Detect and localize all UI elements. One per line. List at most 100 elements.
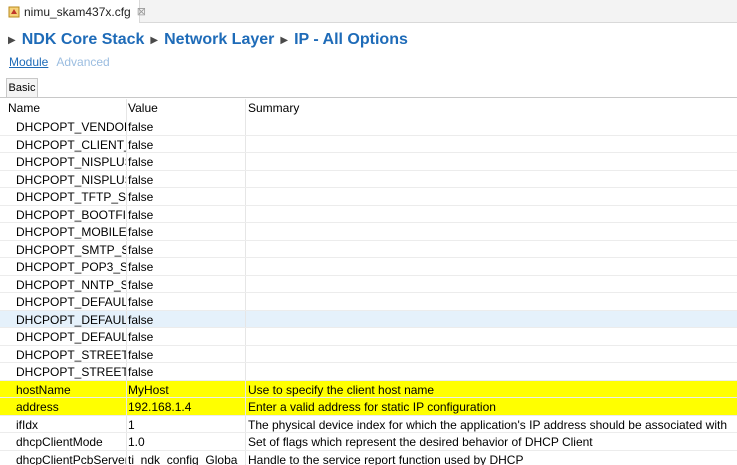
column-divider: [126, 398, 127, 415]
tab-basic[interactable]: Basic: [6, 78, 38, 97]
module-link[interactable]: Module: [9, 55, 48, 69]
table-row[interactable]: DHCPOPT_TFTP_SER' false: [0, 188, 737, 206]
row-name: DHCPOPT_VENDOR_: [16, 120, 126, 134]
table-row[interactable]: DHCPOPT_VENDOR_ false: [0, 118, 737, 136]
table-row[interactable]: DHCPOPT_NISPLUS_I false: [0, 153, 737, 171]
row-value[interactable]: false: [128, 243, 244, 257]
breadcrumb-item-ndk-core-stack[interactable]: NDK Core Stack: [22, 31, 145, 49]
table-row[interactable]: DHCPOPT_MOBILE_II false: [0, 223, 737, 241]
row-name: ifIdx: [16, 417, 39, 432]
column-divider: [126, 450, 127, 465]
column-divider[interactable]: [126, 99, 127, 118]
row-name: dhcpClientPcbServer: [16, 452, 126, 465]
column-divider: [245, 363, 246, 380]
column-divider: [245, 188, 246, 205]
column-divider[interactable]: [245, 99, 246, 118]
column-divider: [126, 118, 127, 135]
advanced-link[interactable]: Advanced: [56, 55, 109, 69]
tab-divider: [0, 97, 737, 98]
row-value[interactable]: 1: [128, 418, 244, 432]
column-divider: [126, 135, 127, 152]
row-name: DHCPOPT_TFTP_SER': [16, 190, 126, 204]
row-value[interactable]: false: [128, 260, 244, 274]
row-name: DHCPOPT_NISPLUS_!: [16, 172, 126, 187]
column-divider: [245, 258, 246, 275]
table-row[interactable]: DHCPOPT_DEFAULT_ false: [0, 293, 737, 311]
table-row[interactable]: dhcpClientPcbServer ti_ndk_config_Globa …: [0, 450, 737, 465]
row-value[interactable]: false: [128, 155, 244, 169]
row-value[interactable]: false: [128, 225, 244, 239]
row-value[interactable]: ti_ndk_config_Globa: [128, 453, 244, 465]
table-row[interactable]: DHCPOPT_CLIENT_ID false: [0, 135, 737, 153]
table-row[interactable]: DHCPOPT_SMTP_SEF false: [0, 240, 737, 258]
column-divider: [126, 275, 127, 292]
row-summary: Set of flags which represent the desired…: [248, 435, 593, 449]
row-value[interactable]: false: [128, 348, 244, 362]
table-row-highlighted[interactable]: address 192.168.1.4 Enter a valid addres…: [0, 398, 737, 416]
column-divider: [245, 310, 246, 327]
column-divider: [126, 363, 127, 380]
column-header-summary[interactable]: Summary: [248, 101, 299, 115]
column-divider: [126, 188, 127, 205]
row-name: DHCPOPT_DEFAULT_: [16, 295, 126, 309]
row-value[interactable]: false: [128, 120, 244, 134]
chevron-right-icon: ▶: [280, 34, 289, 46]
editor-tab[interactable]: nimu_skam437x.cfg ⊠: [0, 0, 146, 23]
view-switcher: Module Advanced: [9, 55, 110, 69]
row-value[interactable]: false: [128, 208, 244, 222]
row-summary: Enter a valid address for static IP conf…: [248, 400, 496, 414]
row-value[interactable]: false: [128, 313, 244, 327]
row-summary: Use to specify the client host name: [248, 382, 435, 397]
table-row[interactable]: DHCPOPT_STREETTA false: [0, 345, 737, 363]
column-divider: [245, 380, 246, 397]
row-name: DHCPOPT_CLIENT_ID: [16, 137, 126, 152]
table-row-selected[interactable]: DHCPOPT_DEFAULT_ false: [0, 310, 737, 328]
column-divider: [126, 170, 127, 187]
row-name: DHCPOPT_SMTP_SEF: [16, 242, 126, 257]
row-value[interactable]: false: [128, 365, 244, 379]
breadcrumb-item-network-layer[interactable]: Network Layer: [164, 31, 274, 49]
table-row[interactable]: DHCPOPT_BOOTFILE false: [0, 205, 737, 223]
row-value[interactable]: false: [128, 190, 244, 204]
column-header-value[interactable]: Value: [128, 101, 158, 115]
row-value[interactable]: MyHost: [128, 383, 244, 397]
close-icon[interactable]: ⊠: [137, 5, 146, 18]
column-divider: [126, 205, 127, 222]
table-header: Name Value Summary: [0, 99, 737, 118]
row-value[interactable]: false: [128, 138, 244, 152]
table-row[interactable]: DHCPOPT_POP3_SEF false: [0, 258, 737, 276]
table-row[interactable]: DHCPOPT_DEFAULT_ false: [0, 328, 737, 346]
row-name: dhcpClientMode: [16, 435, 103, 449]
table-row[interactable]: DHCPOPT_STREETAL false: [0, 363, 737, 381]
column-divider: [245, 170, 246, 187]
column-divider: [245, 345, 246, 362]
row-name: DHCPOPT_NISPLUS_I: [16, 155, 126, 169]
row-name: DHCPOPT_STREETTA: [16, 347, 126, 362]
chevron-right-icon: ▶: [150, 34, 159, 46]
row-name: address: [16, 400, 59, 414]
row-value[interactable]: false: [128, 295, 244, 309]
row-name: DHCPOPT_STREETAL: [16, 365, 126, 379]
row-value[interactable]: 192.168.1.4: [128, 400, 244, 414]
column-divider: [126, 310, 127, 327]
column-header-name[interactable]: Name: [8, 101, 40, 115]
column-divider: [126, 433, 127, 450]
table-row[interactable]: dhcpClientMode 1.0 Set of flags which re…: [0, 433, 737, 451]
table-row[interactable]: DHCPOPT_NISPLUS_! false: [0, 170, 737, 188]
column-divider: [126, 345, 127, 362]
row-value[interactable]: false: [128, 278, 244, 292]
column-divider: [245, 118, 246, 135]
table-row[interactable]: DHCPOPT_NNTP_SEF false: [0, 275, 737, 293]
row-value[interactable]: 1.0: [128, 435, 244, 449]
row-name: DHCPOPT_MOBILE_II: [16, 225, 126, 239]
row-summary: Handle to the service report function us…: [248, 452, 524, 465]
column-divider: [245, 450, 246, 465]
column-divider: [126, 153, 127, 170]
breadcrumb-item-ip-all-options[interactable]: IP - All Options: [294, 31, 408, 49]
column-divider: [245, 328, 246, 345]
table-row[interactable]: ifIdx 1 The physical device index for wh…: [0, 415, 737, 433]
row-value[interactable]: false: [128, 330, 244, 344]
row-value[interactable]: false: [128, 173, 244, 187]
row-summary: The physical device index for which the …: [248, 417, 728, 432]
table-row-highlighted[interactable]: hostName MyHost Use to specify the clien…: [0, 380, 737, 398]
